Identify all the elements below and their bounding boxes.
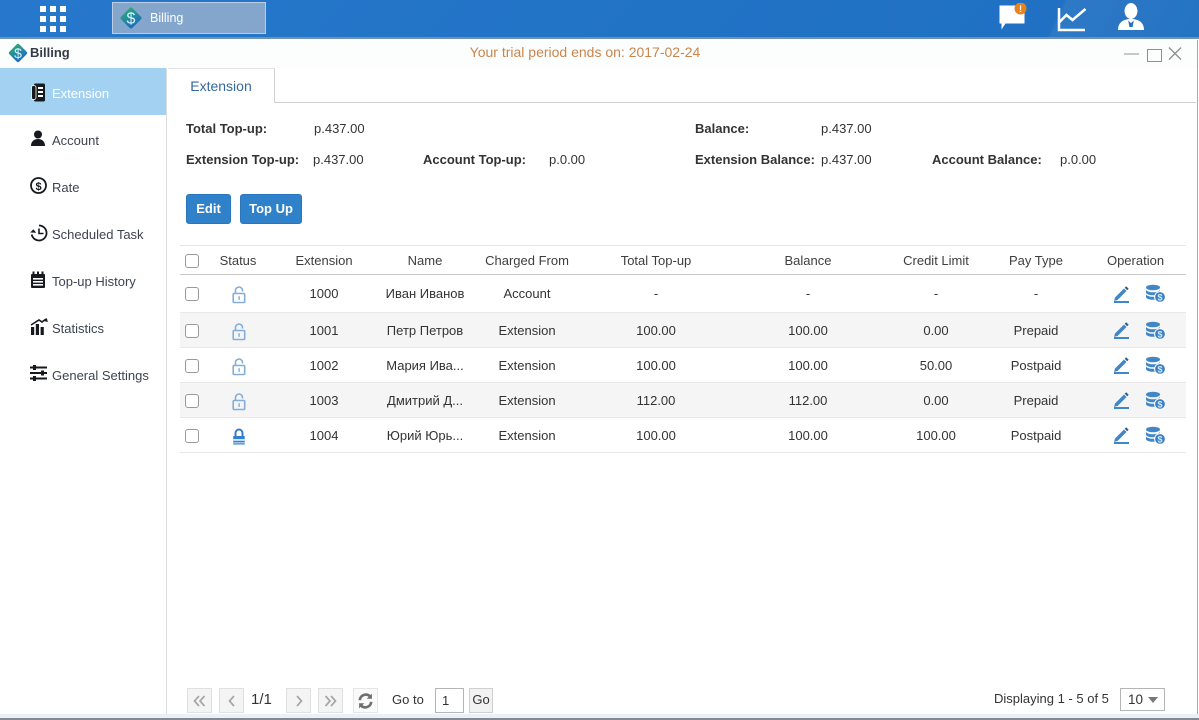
svg-text:$: $	[14, 45, 22, 61]
svg-text:$: $	[1157, 364, 1162, 374]
svg-text:$: $	[1157, 434, 1162, 444]
svg-text:!: !	[1019, 4, 1022, 14]
svg-text:$: $	[1157, 399, 1162, 409]
svg-text:$: $	[35, 181, 41, 193]
svg-text:$: $	[1157, 293, 1162, 303]
svg-text:$: $	[127, 11, 136, 28]
svg-text:$: $	[1157, 329, 1162, 339]
